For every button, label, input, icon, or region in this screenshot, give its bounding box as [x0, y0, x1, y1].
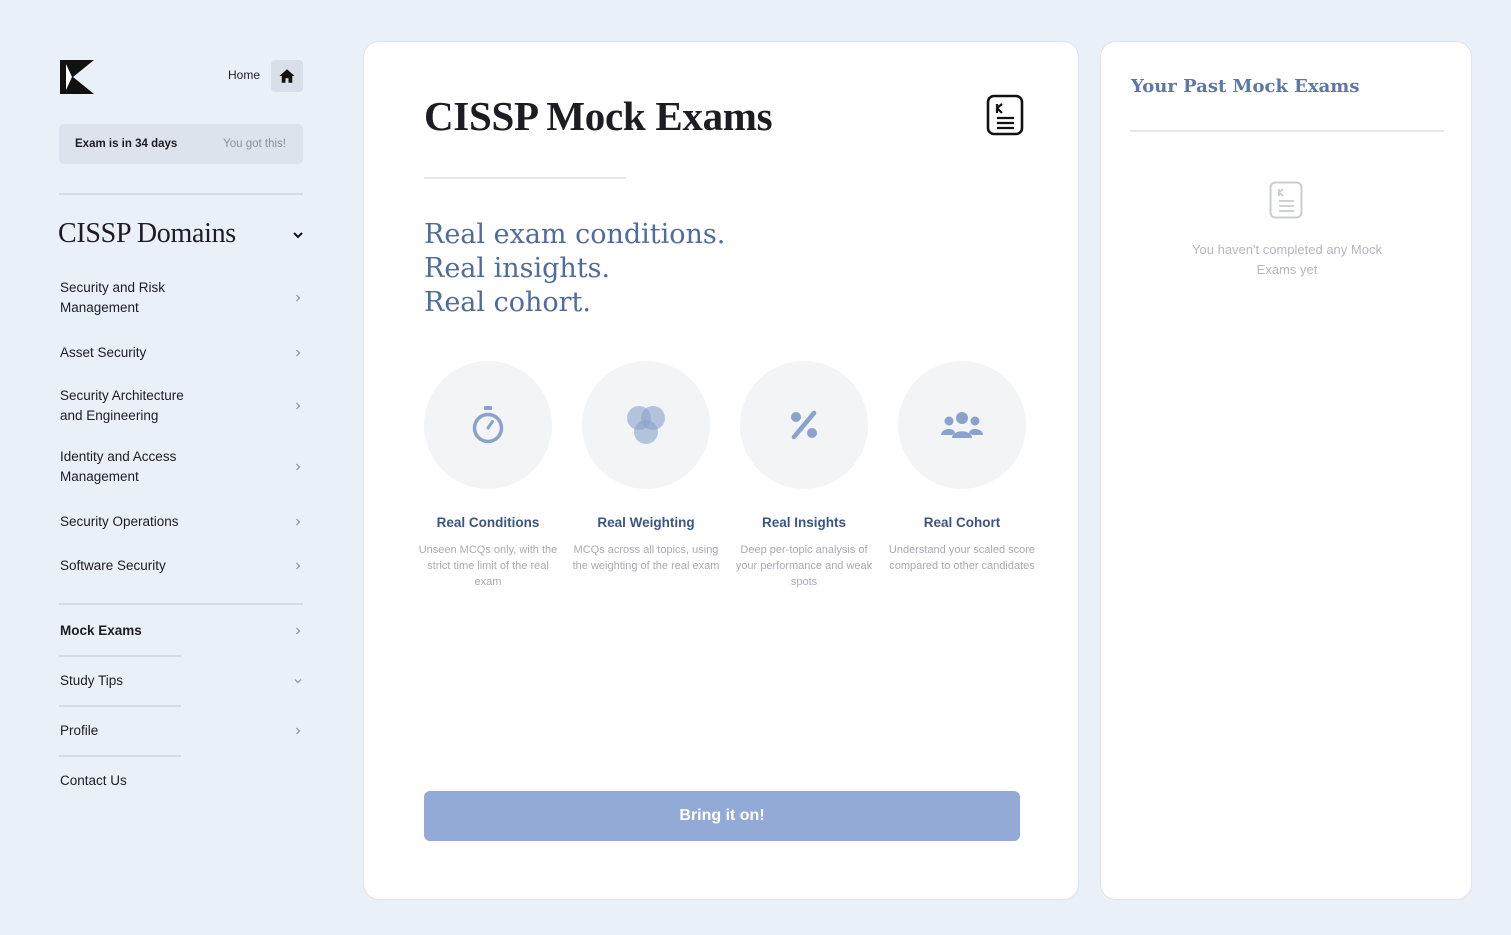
sidebar-divider [59, 755, 181, 757]
chevron-right-icon [296, 402, 301, 410]
sidebar-divider [59, 193, 303, 195]
sidebar-item-profile[interactable]: Profile [60, 721, 304, 741]
feature-icon-circle [740, 361, 868, 489]
page-title: CISSP Mock Exams [424, 93, 773, 139]
chevron-right-icon [296, 627, 301, 635]
mock-exams-card: CISSP Mock Exams Real exam conditions. R… [363, 41, 1079, 900]
sidebar-item-asset-security[interactable]: Asset Security [60, 343, 304, 363]
stopwatch-icon [472, 406, 504, 444]
sidebar-item-security-operations[interactable]: Security Operations [60, 512, 304, 532]
feature-description: Unseen MCQs only, with the strict time l… [418, 544, 558, 588]
sidebar-divider [59, 603, 303, 605]
sidebar-item-contact-us[interactable]: Contact Us [60, 771, 304, 791]
feature-description: Deep per-topic analysis of your performa… [735, 544, 873, 588]
tagline-line: Real insights. [424, 253, 611, 284]
home-button[interactable] [271, 60, 303, 92]
tagline: Real exam conditions. Real insights. Rea… [424, 218, 725, 320]
sidebar-item-mock-exams[interactable]: Mock Exams [60, 621, 304, 641]
exam-countdown-text: Exam is in 34 days [75, 138, 178, 150]
panel-divider [1130, 130, 1444, 132]
feature-icon-circle [582, 361, 710, 489]
tagline-line: Real exam conditions. [424, 219, 726, 250]
tagline-line: Real cohort. [424, 287, 591, 318]
users-group-icon [941, 412, 983, 438]
sidebar-item-label: Study Tips [60, 673, 124, 688]
feature-description: MCQs across all topics, using the weight… [572, 544, 720, 572]
sidebar-item-software-security[interactable]: Software Security [60, 556, 304, 576]
past-mock-exams-panel: Your Past Mock Exams You haven't complet… [1100, 41, 1472, 900]
home-link[interactable]: Home [228, 68, 260, 82]
sidebar-item-identity-access-management[interactable]: Identity and Access Management [60, 447, 304, 487]
empty-state-message: You haven't completed any Mock Exams yet [1192, 242, 1382, 277]
sidebar-item-security-risk-management[interactable]: Security and Risk Management [60, 278, 304, 318]
feature-title: Real Cohort [923, 515, 1001, 530]
feature-title: Real Conditions [436, 515, 540, 530]
exam-countdown-banner: Exam is in 34 days You got this! [59, 124, 303, 164]
feature-real-weighting: Real Weighting MCQs across all topics, u… [568, 361, 724, 574]
chevron-right-icon [296, 518, 301, 526]
sidebar-item-study-tips[interactable]: Study Tips [60, 671, 304, 691]
sidebar-item-label: Security Operations [60, 514, 179, 529]
feature-icon-circle [424, 361, 552, 489]
sidebar-item-label: Security Architecture and Engineering [60, 388, 184, 423]
chevron-right-icon [296, 349, 301, 357]
chevron-right-icon [296, 562, 301, 570]
feature-title: Real Insights [761, 515, 847, 530]
sidebar-item-label: Software Security [60, 558, 166, 573]
sidebar-item-security-architecture-engineering[interactable]: Security Architecture and Engineering [60, 386, 304, 426]
feature-real-cohort: Real Cohort Understand your scaled score… [884, 361, 1040, 574]
venn-diagram-icon [627, 406, 665, 444]
sidebar-item-label: Mock Exams [60, 623, 142, 638]
sidebar-item-label: Identity and Access Management [60, 449, 177, 484]
sidebar-item-label: Security and Risk Management [60, 280, 166, 315]
sidebar-item-label: Contact Us [60, 773, 127, 788]
sidebar-item-label: Asset Security [60, 345, 147, 360]
feature-title: Real Weighting [597, 515, 695, 530]
sidebar-divider [59, 655, 181, 657]
feature-icon-circle [898, 361, 1026, 489]
title-divider [424, 177, 626, 179]
encouragement-text: You got this! [223, 138, 286, 150]
document-icon [986, 94, 1024, 136]
percent-icon [791, 410, 817, 440]
feature-real-insights: Real Insights Deep per-topic analysis of… [726, 361, 882, 590]
domains-title: CISSP Domains [58, 218, 236, 249]
sidebar-item-label: Profile [60, 723, 99, 738]
feature-real-conditions: Real Conditions Unseen MCQs only, with t… [410, 361, 566, 590]
chevron-right-icon [296, 294, 301, 302]
feature-description: Understand your scaled score compared to… [888, 544, 1036, 572]
panel-title: Your Past Mock Exams [1131, 76, 1360, 97]
start-mock-exam-button[interactable]: Bring it on! [424, 791, 1020, 841]
document-icon [1269, 181, 1303, 219]
brand-logo[interactable] [60, 60, 94, 94]
home-icon [279, 69, 295, 83]
chevron-down-icon[interactable] [292, 229, 304, 241]
chevron-down-icon [294, 679, 302, 684]
chevron-right-icon [296, 727, 301, 735]
chevron-right-icon [296, 463, 301, 471]
sidebar-divider [59, 705, 181, 707]
